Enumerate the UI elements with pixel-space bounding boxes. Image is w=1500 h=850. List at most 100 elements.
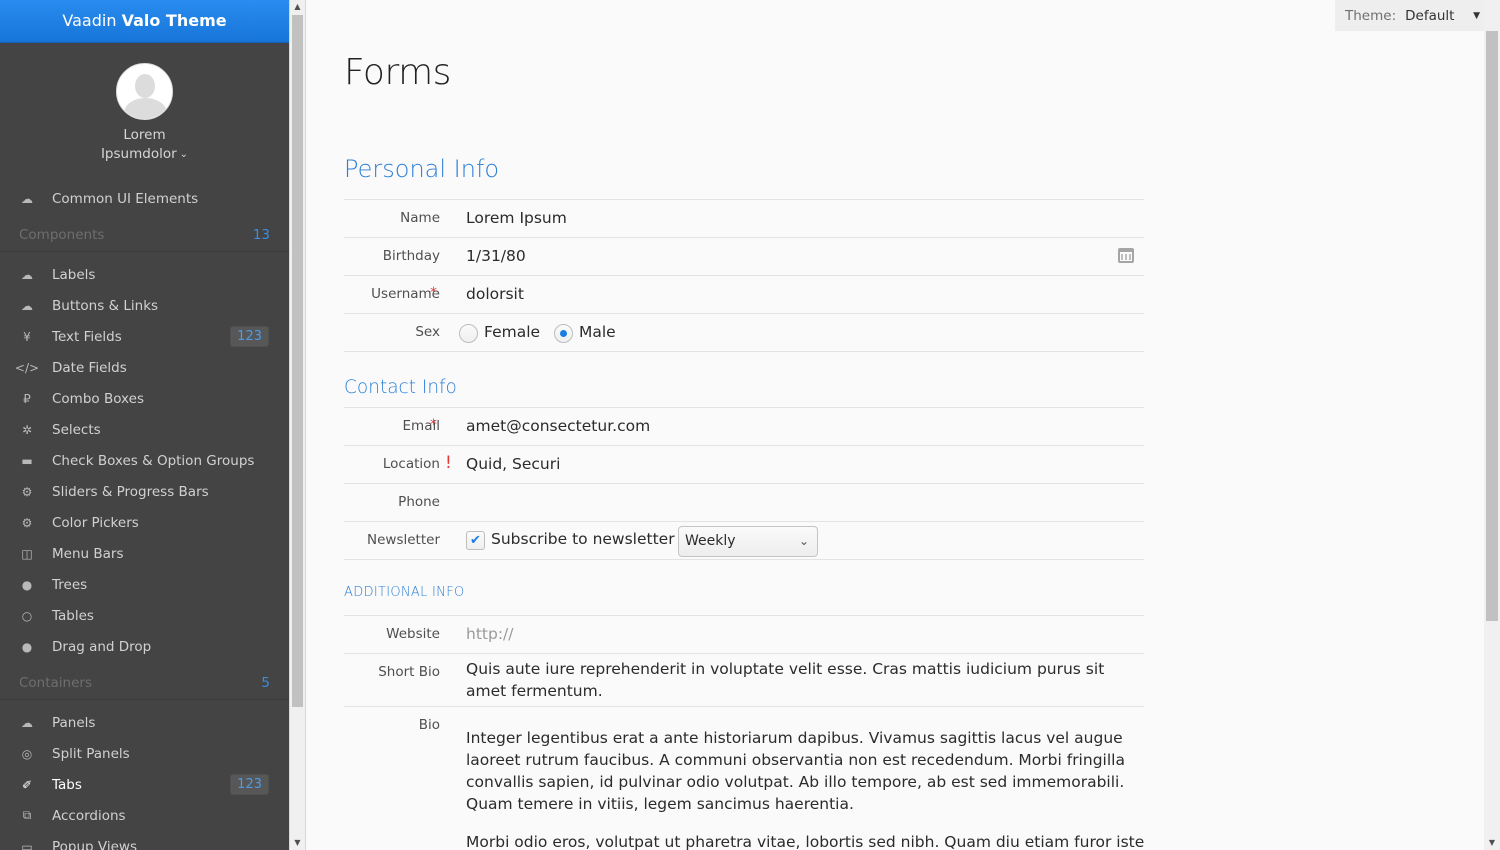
- newsletter-checkbox[interactable]: ✔: [466, 531, 485, 550]
- birthday-label: Birthday: [382, 248, 440, 264]
- bio-paragraph-1[interactable]: Integer legentibus erat a ante historiar…: [466, 727, 1126, 815]
- sidebar-item-labels[interactable]: ☁ Labels: [0, 259, 289, 290]
- calendar-icon[interactable]: [1118, 248, 1134, 263]
- sidebar-item-tables[interactable]: ○ Tables: [0, 600, 289, 631]
- sidebar-item-label: Common UI Elements: [52, 190, 199, 207]
- username-field[interactable]: dolorsit: [466, 285, 524, 303]
- sidebar-item-label: Date Fields: [52, 359, 127, 376]
- form-row-short-bio: Short Bio Quis aute iure reprehenderit i…: [344, 654, 1144, 707]
- sidebar-item-common-ui-elements[interactable]: ☁ Common UI Elements: [0, 183, 289, 214]
- sidebar-item-label: Trees: [52, 576, 88, 593]
- bio-label: Bio: [418, 717, 440, 733]
- sidebar-item-combo-boxes[interactable]: ₽ Combo Boxes: [0, 383, 289, 414]
- cloud-download-icon: ☁: [21, 298, 33, 313]
- sidebar-item-buttons-links[interactable]: ☁ Buttons & Links: [0, 290, 289, 321]
- newsletter-checkbox-label[interactable]: Subscribe to newsletter: [491, 530, 675, 548]
- scroll-up-arrow-icon[interactable]: ▲: [290, 0, 305, 14]
- section-count: 5: [261, 675, 270, 691]
- sidebar-item-label: Color Pickers: [52, 514, 139, 531]
- name-field[interactable]: Lorem Ipsum: [466, 209, 567, 227]
- sidebar-item-tabs[interactable]: ✐ Tabs 123: [0, 769, 289, 800]
- content-scroll-thumb[interactable]: [1486, 31, 1498, 621]
- sidebar-item-popup-views[interactable]: ▭ Popup Views: [0, 831, 289, 850]
- sidebar-item-sliders-progress-bars[interactable]: ⚙ Sliders & Progress Bars: [0, 476, 289, 507]
- location-field[interactable]: Quid, Securi: [466, 455, 560, 473]
- birthday-field[interactable]: 1/31/80: [466, 247, 526, 265]
- email-field[interactable]: amet@consectetur.com: [466, 417, 650, 435]
- form-row-bio: Bio Integer legentibus erat a ante histo…: [344, 707, 1145, 850]
- sidebar-section-components: Components 13: [0, 219, 289, 252]
- theme-select[interactable]: Theme: Default ▼: [1335, 0, 1484, 31]
- form-row-email: Email * amet@consectetur.com: [344, 408, 1144, 446]
- sidebar-item-color-pickers[interactable]: ⚙ Color Pickers: [0, 507, 289, 538]
- sidebar-item-selects[interactable]: ✲ Selects: [0, 414, 289, 445]
- form-row-phone: Phone: [344, 484, 1144, 522]
- sidebar-item-label: Text Fields: [52, 328, 122, 345]
- app-brand: Vaadin Valo Theme: [0, 0, 289, 43]
- newsletter-frequency-select[interactable]: Weekly ⌄: [678, 526, 818, 557]
- sidebar-item-label: Panels: [52, 714, 96, 731]
- radio-male[interactable]: [554, 324, 573, 343]
- code-icon: </>: [14, 360, 40, 375]
- website-field[interactable]: http://: [466, 625, 513, 643]
- user-last-name[interactable]: Ipsumdolor ⌄: [0, 145, 289, 164]
- required-indicator: *: [430, 417, 437, 433]
- phone-field[interactable]: [466, 493, 1126, 513]
- phone-label: Phone: [398, 494, 440, 510]
- form-row-website: Website http://: [344, 616, 1144, 654]
- cloud-upload-icon: ☁: [21, 267, 33, 282]
- sidebar-item-label: Menu Bars: [52, 545, 124, 562]
- sidebar-item-text-fields[interactable]: ¥ Text Fields 123: [0, 321, 289, 352]
- sidebar-item-check-boxes-option-groups[interactable]: ▬ Check Boxes & Option Groups: [0, 445, 289, 476]
- sidebar-item-label: Buttons & Links: [52, 297, 159, 314]
- sidebar-scroll-thumb[interactable]: [292, 15, 303, 707]
- sidebar-item-trees[interactable]: ● Trees: [0, 569, 289, 600]
- brand-prefix: Vaadin: [62, 11, 117, 30]
- avatar: [116, 63, 173, 120]
- sidebar-item-label: Sliders & Progress Bars: [52, 483, 209, 500]
- sidebar-item-split-panels[interactable]: ◎ Split Panels: [0, 738, 289, 769]
- section-personal-info: Personal Info: [344, 155, 1144, 200]
- ruble-icon: ₽: [23, 391, 31, 406]
- sidebar-item-label: Popup Views: [52, 838, 137, 850]
- check-icon: ✔: [470, 533, 481, 548]
- sidebar-item-label: Drag and Drop: [52, 638, 152, 655]
- section-label: Components: [19, 227, 105, 243]
- sidebar-item-accordions[interactable]: ⧉ Accordions: [0, 800, 289, 831]
- comment-outline-icon: ○: [21, 608, 33, 623]
- count-badge: 123: [230, 774, 269, 795]
- website-label: Website: [386, 626, 440, 642]
- bio-paragraph-2[interactable]: Morbi odio eros, volutpat ut pharetra vi…: [466, 831, 1144, 850]
- section-additional-info: ADDITIONAL INFO: [344, 585, 1144, 616]
- sidebar-item-panels[interactable]: ☁ Panels: [0, 707, 289, 738]
- name-label: Name: [400, 210, 440, 226]
- sidebar-scrollbar[interactable]: ▲ ▼: [289, 0, 306, 850]
- radio-female[interactable]: [459, 324, 478, 343]
- content-scrollbar[interactable]: ▼: [1484, 0, 1500, 850]
- short-bio-field[interactable]: Quis aute iure reprehenderit in voluptat…: [466, 658, 1131, 702]
- form-row-location: Location ! Quid, Securi: [344, 446, 1144, 484]
- sidebar-item-label: Labels: [52, 266, 96, 283]
- scroll-down-arrow-icon[interactable]: ▼: [1484, 836, 1500, 850]
- cloud-upload-icon: ☁: [21, 715, 33, 730]
- form-row-name: Name Lorem Ipsum: [344, 200, 1144, 238]
- radio-male-label[interactable]: Male: [579, 323, 616, 341]
- sidebar: Vaadin Valo Theme Lorem Ipsumdolor ⌄ ☁ Com…: [0, 0, 289, 850]
- section-count: 13: [252, 227, 270, 243]
- sidebar-item-date-fields[interactable]: </> Date Fields: [0, 352, 289, 383]
- user-first-name: Lorem: [123, 127, 166, 143]
- sidebar-item-label: Tabs: [52, 776, 82, 793]
- theme-value: Default: [1405, 7, 1455, 24]
- scroll-down-arrow-icon[interactable]: ▼: [290, 836, 305, 850]
- comment-icon: ●: [21, 577, 33, 592]
- form-row-birthday: Birthday 1/31/80: [344, 238, 1144, 276]
- sidebar-section-containers: Containers 5: [0, 667, 289, 700]
- sidebar-item-drag-and-drop[interactable]: ● Drag and Drop: [0, 631, 289, 662]
- form-row-username: Username * dolorsit: [344, 276, 1144, 314]
- section-contact-info: Contact Info: [344, 377, 1144, 408]
- copy-icon: ⧉: [22, 808, 32, 822]
- thumb-tack-icon: ✐: [21, 777, 33, 792]
- newsletter-label: Newsletter: [367, 532, 440, 548]
- sidebar-item-menu-bars[interactable]: ◫ Menu Bars: [0, 538, 289, 569]
- radio-female-label[interactable]: Female: [484, 323, 540, 341]
